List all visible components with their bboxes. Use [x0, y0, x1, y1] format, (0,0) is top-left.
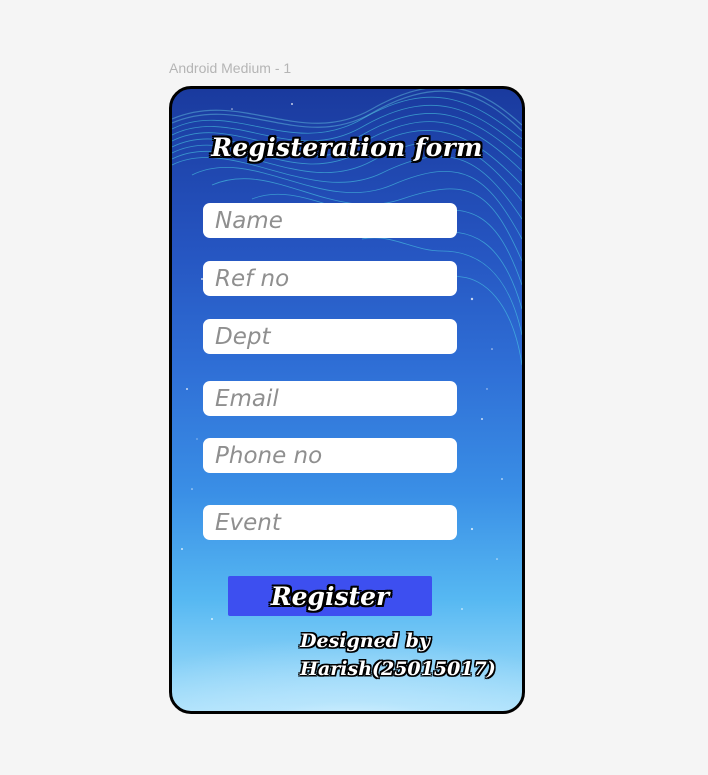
frame-label: Android Medium - 1 — [169, 60, 292, 76]
dept-field-container — [203, 319, 457, 354]
form-title: Registeration form — [211, 133, 483, 162]
phone-no-input[interactable] — [215, 438, 457, 473]
ref-no-field-container — [203, 261, 457, 296]
ref-no-input[interactable] — [215, 261, 457, 296]
credit-line-1: Designed by — [300, 630, 430, 652]
phone-no-field-container — [203, 438, 457, 473]
phone-frame: Registeration form Register Designed by … — [169, 86, 525, 714]
designer-credit: Designed by Harish(25015017) — [300, 627, 496, 683]
name-input[interactable] — [215, 203, 457, 238]
register-button[interactable]: Register — [228, 576, 432, 616]
dept-input[interactable] — [215, 319, 457, 354]
email-input[interactable] — [215, 381, 457, 416]
credit-line-2: Harish(25015017) — [300, 658, 496, 680]
name-field-container — [203, 203, 457, 238]
event-input[interactable] — [215, 505, 457, 540]
email-field-container — [203, 381, 457, 416]
event-field-container — [203, 505, 457, 540]
